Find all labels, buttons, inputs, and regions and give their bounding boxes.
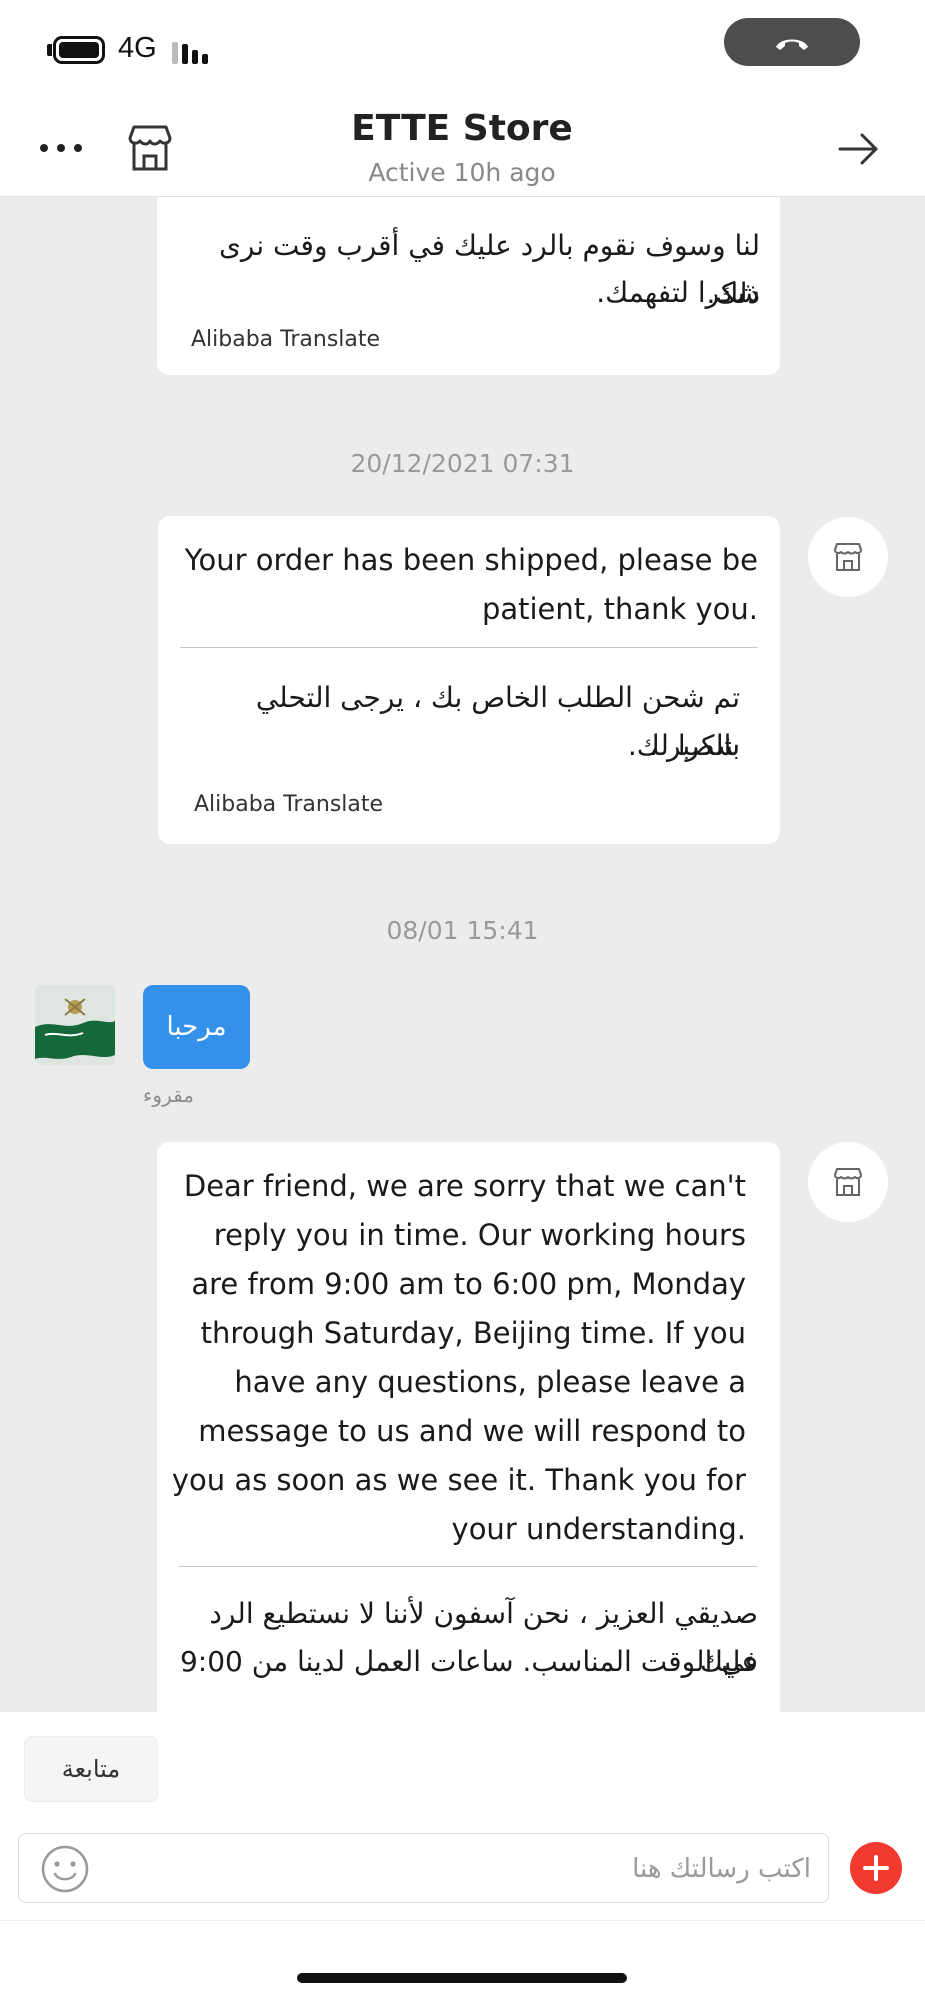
status-bar: 4G [0,0,925,100]
divider [0,1920,925,1921]
message-bubble: Your order has been shipped, please be p… [158,516,780,844]
user-avatar[interactable] [35,985,115,1065]
message-timestamp: 08/01 15:41 [386,916,539,945]
signal-icon [172,38,212,64]
add-icon[interactable] [850,1842,902,1894]
store-icon [834,1168,862,1196]
message-text-line: you as soon as we see it. Thank you for [171,1463,746,1497]
message-composer[interactable] [18,1833,829,1903]
chat-area[interactable]: لنا وسوف نقوم بالرد عليك في أقرب وقت نرى… [0,197,925,1712]
network-type: 4G [118,32,157,64]
arabic-translation-line: في الوقت المناسب. ساعات العمل لدينا من 9… [179,1645,758,1678]
phone-icon [776,39,808,50]
store-avatar[interactable] [808,517,888,597]
battery-icon [53,36,105,64]
message-text-line: Your order has been shipped, please be [184,543,758,577]
message-text-line: reply you in time. Our working hours [213,1218,746,1252]
translation-divider [179,1566,757,1567]
message-text-line: patient, thank you. [481,592,758,626]
active-call-indicator[interactable] [724,18,860,66]
message-timestamp: 20/12/2021 07:31 [350,449,575,478]
translator-label: Alibaba Translate [191,327,381,352]
chat-header: ETTE Store Active 10h ago [0,100,925,197]
store-name[interactable]: ETTE Store [262,108,662,149]
message-text-line: through Saturday, Beijing time. If you [200,1316,746,1350]
message-text-line: Dear friend, we are sorry that we can't [183,1169,746,1203]
emoji-icon[interactable] [40,1844,90,1894]
store-icon [834,543,862,571]
message-text-line: are from 9:00 am to 6:00 pm, Monday [191,1267,746,1301]
message-text-line: your understanding. [451,1512,746,1546]
home-indicator[interactable] [297,1973,627,1983]
arabic-translation-line: شكرا لتفهمك. [596,276,760,309]
battery-cap [47,44,52,56]
message-text-line: message to us and we will respond to [198,1414,746,1448]
flag-image [35,985,115,1065]
message-bubble: Dear friend, we are sorry that we can't … [157,1142,780,1712]
store-icon[interactable] [124,122,176,174]
message-input[interactable] [109,1842,813,1896]
more-options-icon[interactable] [40,144,84,154]
message-bubble: لنا وسوف نقوم بالرد عليك في أقرب وقت نرى… [157,197,780,375]
arrow-right-icon[interactable] [834,124,884,174]
read-receipt: مقروء [143,1083,194,1107]
follow-button[interactable]: متابعة [24,1736,158,1802]
arabic-translation-line: شكرا لك. [627,729,740,762]
composer-area: متابعة [0,1712,925,2000]
store-avatar[interactable] [808,1142,888,1222]
translator-label: Alibaba Translate [194,792,384,817]
translation-divider [180,647,758,648]
message-text-line: have any questions, please leave a [234,1365,746,1399]
user-message-bubble: مرحبا [143,985,250,1069]
active-status: Active 10h ago [368,158,556,187]
